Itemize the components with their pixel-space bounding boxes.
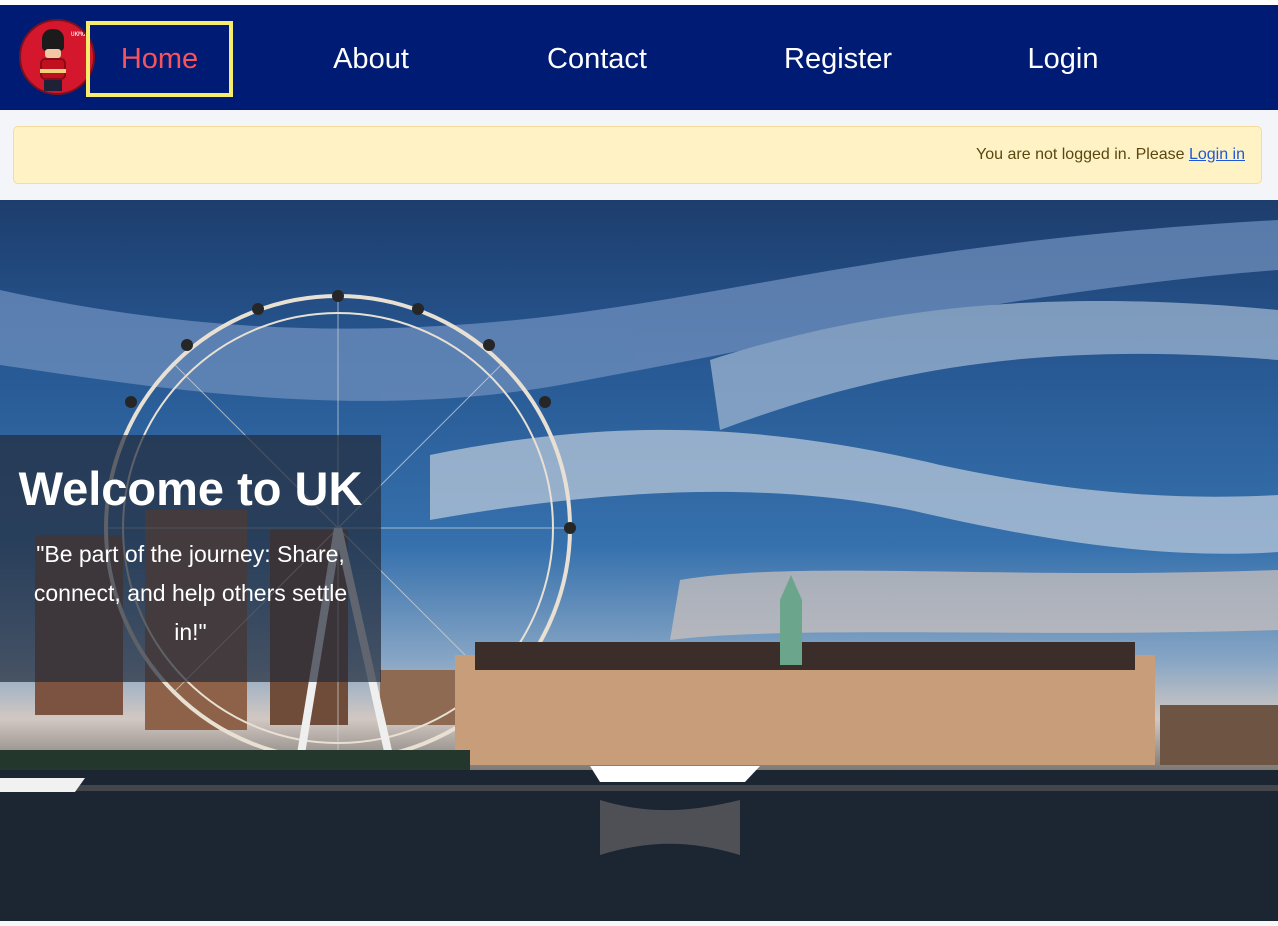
hero-title: Welcome to UK — [18, 462, 363, 515]
guard-belt-graphic — [40, 69, 66, 73]
hero-caption: Welcome to UK "Be part of the journey: S… — [0, 435, 381, 682]
nav-home-link[interactable]: Home — [86, 21, 233, 97]
hero-subtitle: "Be part of the journey: Share, connect,… — [33, 541, 348, 645]
bottom-border — [0, 921, 1278, 926]
alert-login-link[interactable]: Login in — [1189, 146, 1245, 163]
nav-contact-link[interactable]: Contact — [529, 21, 665, 97]
guard-face-graphic — [45, 49, 61, 58]
nav-register-link[interactable]: Register — [767, 21, 909, 97]
hero-banner: Welcome to UK "Be part of the journey: S… — [0, 200, 1278, 921]
logo-text: UKMOVE — [71, 31, 93, 38]
top-navigation-bar: UKMOVE Home About Contact Register Login — [0, 5, 1278, 110]
nav-login-link[interactable]: Login — [1010, 21, 1116, 97]
guard-legs-graphic — [44, 80, 62, 91]
site-logo[interactable]: UKMOVE — [19, 19, 95, 95]
nav-about-link[interactable]: About — [315, 21, 427, 97]
guard-hat-graphic — [42, 29, 64, 51]
alert-message: You are not logged in. Please — [976, 146, 1189, 163]
login-warning-alert: You are not logged in. Please Login in — [13, 126, 1262, 184]
